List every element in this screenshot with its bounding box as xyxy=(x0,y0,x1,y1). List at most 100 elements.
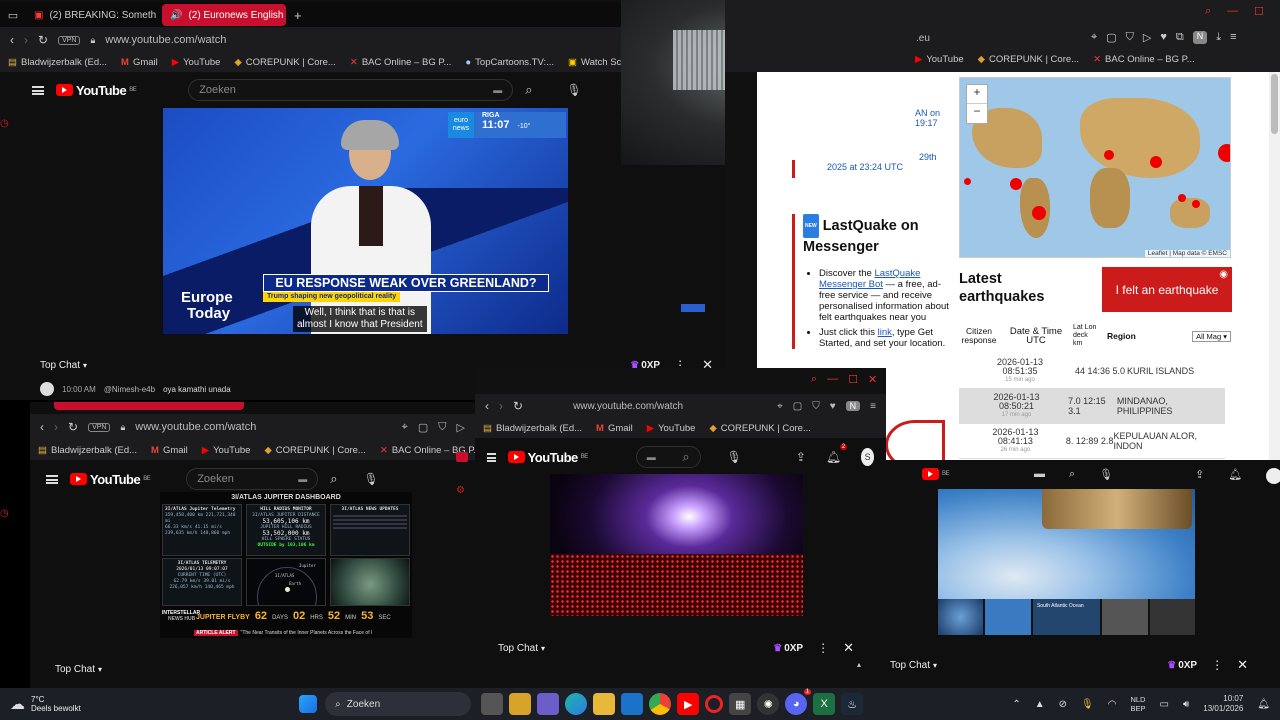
volume-icon[interactable]: 🔊︎ xyxy=(1183,699,1189,710)
url-text[interactable]: www.youtube.com/watch xyxy=(573,401,683,412)
screenshot-icon[interactable]: ▢ xyxy=(1106,31,1116,44)
side-link[interactable]: 2025 at 23:24 UTC xyxy=(827,162,940,172)
workspaces-icon[interactable]: ▭ xyxy=(0,4,26,26)
bookmark-icon[interactable]: ⌖ xyxy=(402,421,408,434)
download-icon[interactable]: ⤓ xyxy=(1216,31,1221,44)
keyboard-icon[interactable]: ▬ xyxy=(1034,468,1045,484)
mic-icon[interactable]: 🎙︎ xyxy=(1081,699,1094,710)
forward-icon[interactable]: › xyxy=(24,33,28,47)
forward-icon[interactable]: › xyxy=(54,420,58,434)
search-icon[interactable]: ⌕ xyxy=(330,471,337,487)
bookmark-gmail[interactable]: M Gmail xyxy=(151,445,188,456)
profile-badge[interactable]: N xyxy=(845,401,861,411)
bookmark-icon[interactable]: ⌖ xyxy=(1091,31,1097,44)
menu-icon[interactable]: ≡ xyxy=(1230,31,1236,44)
mic-icon[interactable]: 🎙︎ xyxy=(566,83,581,97)
quake-marker[interactable] xyxy=(1104,150,1114,160)
keyboard-icon[interactable]: ▬ xyxy=(298,474,307,484)
concert-video[interactable] xyxy=(550,474,803,616)
thumbnail[interactable] xyxy=(1102,599,1148,635)
screenshot-icon[interactable]: ▢ xyxy=(793,401,802,412)
menu-icon[interactable]: ≡ xyxy=(870,401,876,412)
mic-icon[interactable]: 🎙︎ xyxy=(727,450,742,464)
language-switcher[interactable]: NLD BEP xyxy=(1130,695,1145,713)
chevron-up-icon[interactable]: ⌃ xyxy=(1012,699,1020,710)
profile-badge[interactable]: N xyxy=(1192,31,1208,44)
table-row[interactable]: 2026-01-13 08:41:13 26 min ago 8. 12:89 2.… xyxy=(959,424,1225,459)
minimize-icon[interactable]: — xyxy=(827,373,838,386)
taskbar-search[interactable]: ⌕ Zoeken xyxy=(325,692,472,716)
thumbnail[interactable] xyxy=(1149,599,1195,635)
search-icon[interactable]: ⌕ xyxy=(1205,5,1211,18)
xp-badge[interactable]: ♛ 0XP xyxy=(773,643,803,654)
thumbnail[interactable]: South Atlantic Ocean xyxy=(1032,599,1101,635)
send-icon[interactable]: ▷ xyxy=(457,421,465,434)
iss-video[interactable]: South Atlantic Ocean xyxy=(938,489,1195,635)
shield-icon[interactable]: ⛉ xyxy=(438,421,446,434)
search-icon[interactable]: ⌕ xyxy=(811,373,817,386)
quake-marker[interactable] xyxy=(1218,144,1230,162)
minimize-icon[interactable]: — xyxy=(1227,5,1238,18)
maximize-icon[interactable]: ☐ xyxy=(848,373,858,386)
vpn-badge[interactable]: VPN xyxy=(58,35,81,45)
tab-euronews[interactable]: 🔊 (2) Euronews English L xyxy=(162,4,286,26)
more-options-icon[interactable]: ⋮ xyxy=(1211,658,1223,672)
mini-thumbnail[interactable] xyxy=(681,304,705,312)
forward-icon[interactable]: › xyxy=(499,399,503,413)
table-row[interactable]: 2026-01-13 08:51:35 15 min ago 44 14:36 5.… xyxy=(959,354,1225,389)
side-link[interactable]: 19:17 xyxy=(827,118,940,128)
video-player[interactable]: euro news RIGA 11:07 -10° Europe Today EU… xyxy=(163,108,568,334)
bookmark-youtube[interactable]: ▶ YouTube xyxy=(647,423,696,434)
bookmark-gmail[interactable]: M Gmail xyxy=(596,423,633,434)
heart-icon[interactable]: ♥ xyxy=(1160,31,1167,44)
youtube-icon[interactable]: ▶ xyxy=(677,693,700,715)
chatgpt-icon[interactable]: ✺ xyxy=(757,693,780,715)
bookmark-folder[interactable]: ▤ Bladwijzerbalk (Ed... xyxy=(8,57,107,68)
bell-icon[interactable]: 🔔︎ 2 xyxy=(826,444,848,464)
search-input[interactable]: Zoeken ▬ xyxy=(186,468,319,490)
bookmark-folder[interactable]: ▤ Bladwijzerbalk (Ed... xyxy=(483,423,582,434)
wifi-icon[interactable]: ◠ xyxy=(1108,699,1117,710)
reload-icon[interactable]: ↻ xyxy=(38,33,48,47)
bookmark-corepunk[interactable]: ◆ COREPUNK | Core... xyxy=(234,57,335,68)
thumbnail[interactable] xyxy=(985,599,1031,635)
quake-marker[interactable] xyxy=(1032,206,1046,220)
tab-breaking[interactable]: ▣ (2) BREAKING: Something xyxy=(26,4,156,26)
url-text[interactable]: www.youtube.com/watch xyxy=(135,421,256,433)
bookmark-gmail[interactable]: M Gmail xyxy=(121,57,158,68)
url-text[interactable]: www.youtube.com/watch xyxy=(105,34,226,46)
top-chat-dropdown[interactable]: Top Chat ▾ xyxy=(55,664,102,675)
clock[interactable]: 10:07 13/01/2026 xyxy=(1203,694,1243,714)
chevron-up-icon[interactable]: ▴ xyxy=(857,660,861,669)
task-view-icon[interactable] xyxy=(481,693,504,715)
youtube-logo[interactable]: YouTube BE xyxy=(70,472,151,487)
maximize-icon[interactable]: ☐ xyxy=(1254,5,1264,18)
dashboard-video[interactable]: 3I/ATLAS JUPITER DASHBOARD 3I/ATLAS Jupi… xyxy=(160,492,412,638)
tray-app-icon[interactable]: ▲ xyxy=(1035,699,1045,710)
calculator-icon[interactable]: ▦ xyxy=(729,693,752,715)
felt-earthquake-button[interactable]: I felt an earthquake ◉ xyxy=(1102,267,1232,312)
zoom-in-button[interactable]: + xyxy=(967,85,987,104)
close-icon[interactable]: ✕ xyxy=(868,373,877,386)
excel-icon[interactable]: X xyxy=(813,693,836,715)
sidebar-icon[interactable] xyxy=(456,452,468,462)
youtube-logo[interactable]: YouTube BE xyxy=(56,83,137,98)
edge-icon[interactable] xyxy=(565,693,588,715)
history-icon[interactable]: ◷ xyxy=(0,508,9,519)
quake-marker[interactable] xyxy=(1192,200,1200,208)
search-icon[interactable]: ⌕ xyxy=(525,82,532,98)
widgets-icon[interactable] xyxy=(509,693,532,715)
search-input[interactable]: ▬ ⌕ xyxy=(635,446,701,468)
bell-icon[interactable]: 🔔︎ xyxy=(1228,468,1242,484)
new-tab-button[interactable]: + xyxy=(294,8,302,23)
bookmark-corepunk[interactable]: ◆ COREPUNK | Core... xyxy=(978,54,1079,65)
menu-icon[interactable] xyxy=(487,452,496,462)
menu-icon[interactable] xyxy=(32,85,44,95)
youtube-logo[interactable]: BE xyxy=(922,468,950,480)
close-icon[interactable]: ✕ xyxy=(1237,657,1248,673)
search-input[interactable]: Zoeken ▬ xyxy=(188,79,514,101)
magnitude-filter[interactable]: All Mag ▾ xyxy=(1192,330,1231,342)
send-icon[interactable]: ▷ xyxy=(1143,31,1151,44)
bookmark-folder[interactable]: ▤ Bladwijzerbalk (Ed... xyxy=(38,445,137,456)
steam-icon[interactable]: ♨ xyxy=(841,693,864,715)
